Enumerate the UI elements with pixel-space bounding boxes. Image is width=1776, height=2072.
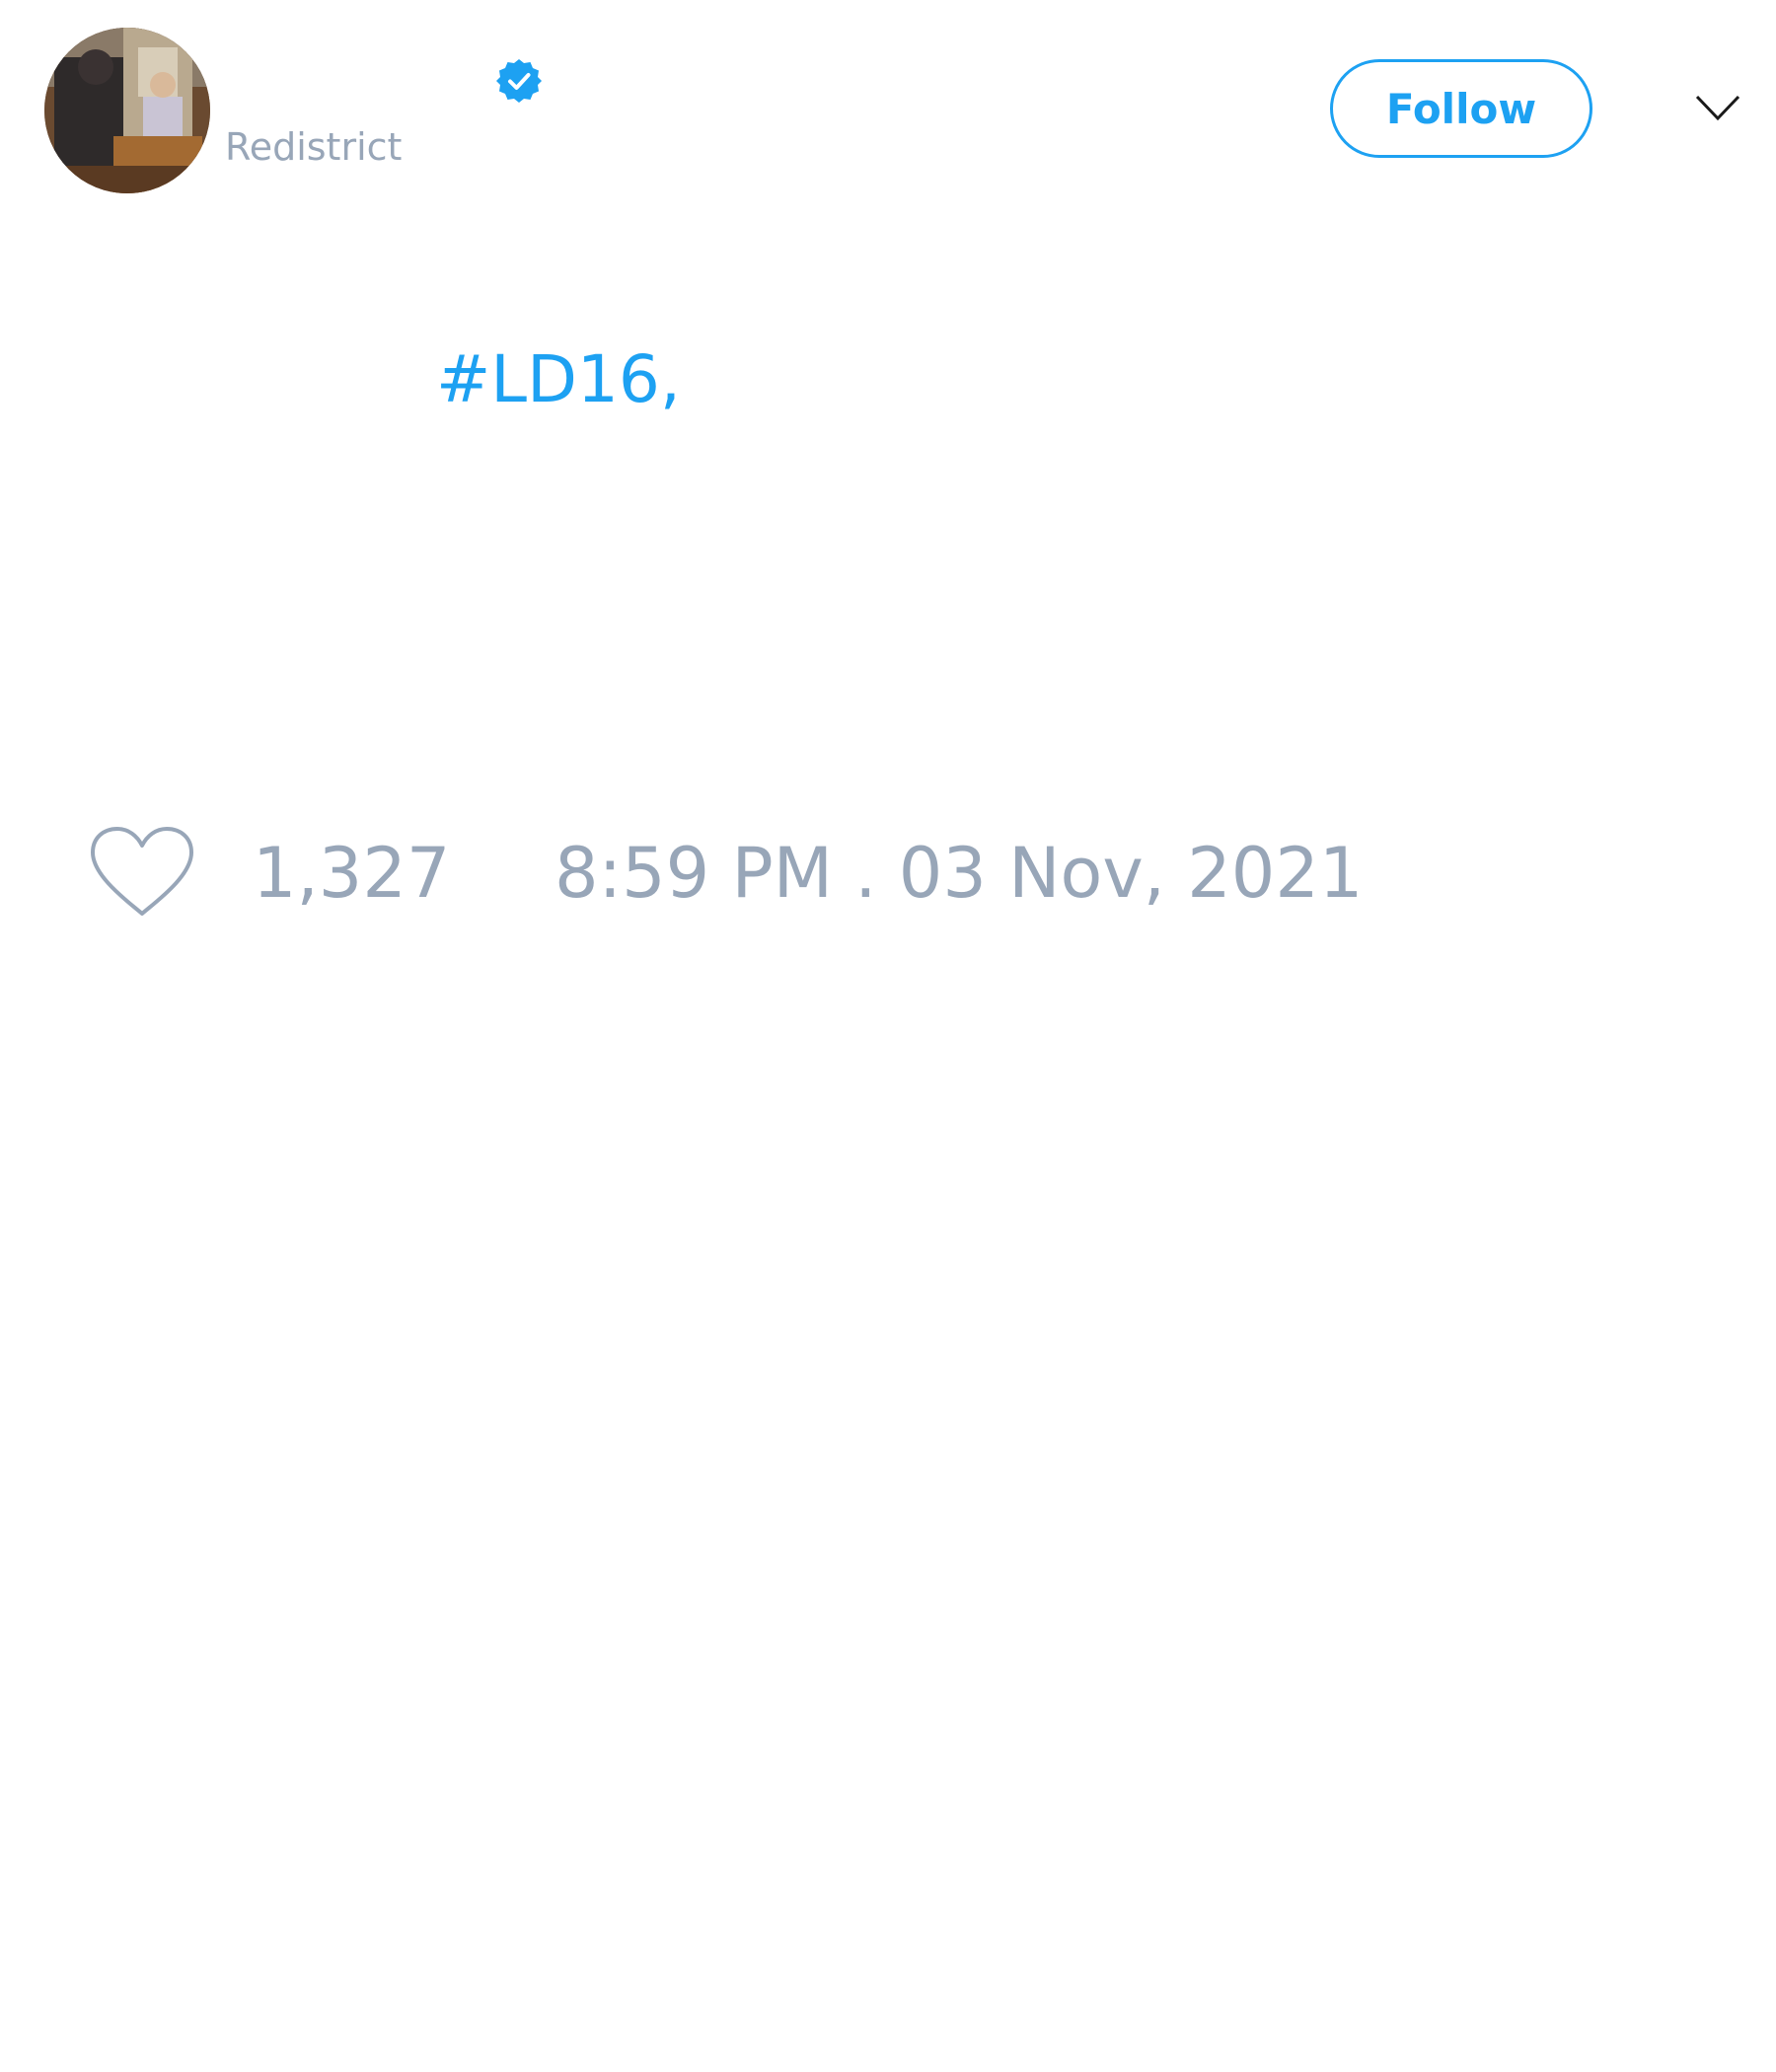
author-handle[interactable]: Redistrict — [225, 128, 402, 166]
avatar[interactable] — [44, 28, 210, 193]
heart-icon[interactable] — [89, 825, 195, 920]
tweet-hashtag-link[interactable]: #LD16, — [436, 347, 681, 412]
like-count: 1,327 — [253, 833, 451, 914]
tweet-timestamp[interactable]: 8:59 PM . 03 Nov, 2021 — [555, 839, 1363, 908]
chevron-down-icon[interactable] — [1693, 89, 1742, 128]
follow-button[interactable]: Follow — [1330, 59, 1592, 158]
avatar-photo — [44, 28, 210, 193]
verified-badge-icon — [496, 59, 542, 103]
